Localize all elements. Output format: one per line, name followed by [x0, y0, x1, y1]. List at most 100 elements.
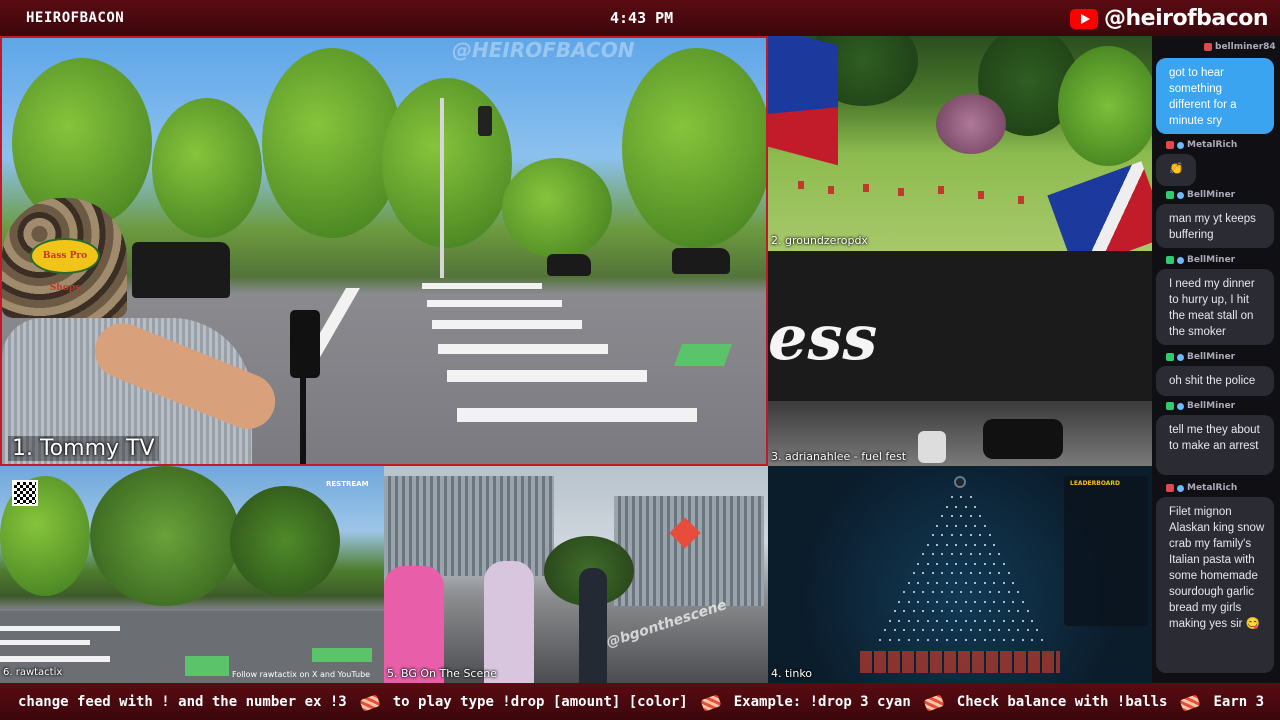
plinko-peg — [979, 610, 981, 612]
youtube-icon — [1070, 8, 1098, 29]
plinko-peg — [945, 581, 948, 584]
plinko-peg — [912, 572, 915, 574]
plinko-peg — [1007, 610, 1010, 612]
plinko-peg — [941, 572, 943, 574]
plinko-peg — [1007, 572, 1010, 574]
plinko-peg — [988, 553, 991, 555]
feed-1-main[interactable]: Bass Pro Shops @HEIROFBACON 1. Tommy TV — [0, 36, 768, 466]
bacon-icon — [700, 694, 722, 712]
qr-code-icon — [12, 480, 38, 506]
feed-4-plinko[interactable]: LEADERBOARD 4. tinko — [768, 466, 1152, 683]
ticker-item: Earn 3 — [1213, 694, 1265, 710]
ticker-item: change feed with ! and the number ex !3 — [18, 694, 347, 710]
feed-3[interactable]: ess 3. adrianahlee - fuel fest — [768, 251, 1152, 466]
drop-ball — [954, 476, 966, 488]
traffic-light — [478, 106, 492, 136]
chat-message: man my yt keeps buffering — [1156, 204, 1274, 248]
feed-label: 2. groundzeropdx — [771, 234, 868, 247]
plinko-peg — [1002, 581, 1005, 584]
leaderboard-row — [1068, 502, 1144, 512]
plinko-peg — [955, 562, 958, 565]
plinko-peg — [955, 543, 958, 546]
feed-5[interactable]: @bgonthescene 5. BG On The Scene — [384, 466, 768, 683]
plinko-peg — [945, 619, 948, 622]
plinko-peg — [1002, 619, 1005, 622]
plinko-peg — [941, 610, 943, 612]
plinko-peg — [903, 610, 905, 612]
plinko-peg — [936, 581, 939, 584]
feed-2[interactable]: 2. groundzeropdx — [768, 36, 1152, 251]
crosswalk-stripe — [427, 300, 562, 307]
feed-label: 6. rawtactix — [3, 667, 63, 678]
plinko-peg — [893, 610, 896, 612]
command-ticker: change feed with ! and the number ex !3 … — [0, 683, 1280, 720]
plinko-peg — [879, 638, 882, 641]
shirt-text: ess — [768, 301, 878, 374]
mini-flag — [863, 184, 869, 192]
plinko-peg — [969, 515, 972, 517]
tree — [230, 486, 340, 596]
crosswalk-stripe — [0, 656, 110, 662]
leaderboard-row — [1068, 530, 1144, 540]
ticker-item: to play type !drop [amount] [color] — [392, 694, 688, 710]
plinko-peg — [983, 619, 986, 622]
bike-lane-marker — [185, 656, 229, 676]
plinko-peg — [1012, 619, 1015, 622]
plinko-peg — [917, 562, 920, 565]
plinko-peg — [979, 572, 981, 574]
chat-message: got to hear something different for a mi… — [1156, 58, 1274, 134]
hat-logo: Bass Pro Shops — [30, 238, 100, 293]
plinko-peg — [979, 534, 981, 536]
plinko-peg — [1021, 638, 1024, 641]
verified-icon — [1177, 353, 1184, 361]
plinko-peg — [964, 581, 967, 584]
person — [579, 568, 607, 683]
plinko-peg — [898, 638, 901, 641]
plinko-peg — [983, 562, 986, 565]
plinko-peg — [969, 553, 972, 555]
plinko-peg — [912, 629, 915, 631]
person — [384, 566, 444, 683]
building — [614, 496, 764, 606]
feed-label: 4. tinko — [771, 667, 813, 680]
plinko-peg — [960, 591, 962, 593]
bacon-icon — [359, 694, 381, 712]
plinko-peg — [945, 638, 948, 641]
plinko-peg — [945, 543, 948, 546]
plinko-slots — [860, 651, 1060, 673]
plinko-peg — [922, 572, 924, 574]
flag — [1047, 161, 1152, 251]
plinko-peg — [912, 610, 915, 612]
youtube-badge-icon — [1166, 141, 1174, 149]
tree — [502, 158, 612, 258]
plinko-peg — [964, 543, 967, 546]
tripod — [300, 348, 306, 464]
plinko-peg — [936, 619, 939, 622]
plinko-peg — [960, 610, 962, 612]
plinko-peg — [969, 534, 972, 536]
leaderboard-row — [1068, 544, 1144, 554]
plinko-peg — [950, 534, 953, 536]
plinko-peg — [912, 591, 915, 593]
plinko-peg — [983, 600, 986, 603]
mini-flag — [898, 188, 904, 196]
plinko-peg — [1036, 629, 1038, 631]
plinko-peg — [931, 534, 934, 536]
follow-text: Follow rawtactix on X and YouTube — [232, 670, 371, 679]
plinko-peg — [903, 629, 905, 631]
chat-message: tell me they about to make an arrest — [1156, 415, 1274, 475]
plinko-peg — [945, 600, 948, 603]
plinko-peg — [922, 610, 924, 612]
plinko-peg — [969, 610, 972, 612]
plinko-peg — [950, 496, 953, 498]
plinko-peg — [950, 629, 953, 631]
plinko-peg — [945, 505, 948, 508]
watermark: @HEIROFBACON — [452, 38, 635, 62]
mini-flag — [798, 181, 804, 189]
building — [384, 476, 554, 576]
plinko-peg — [950, 515, 953, 517]
plinko-peg — [993, 638, 996, 641]
plinko-peg — [1021, 619, 1024, 622]
plinko-peg — [936, 543, 939, 546]
feed-6[interactable]: RESTREAM Follow rawtactix on X and YouTu… — [0, 466, 384, 683]
